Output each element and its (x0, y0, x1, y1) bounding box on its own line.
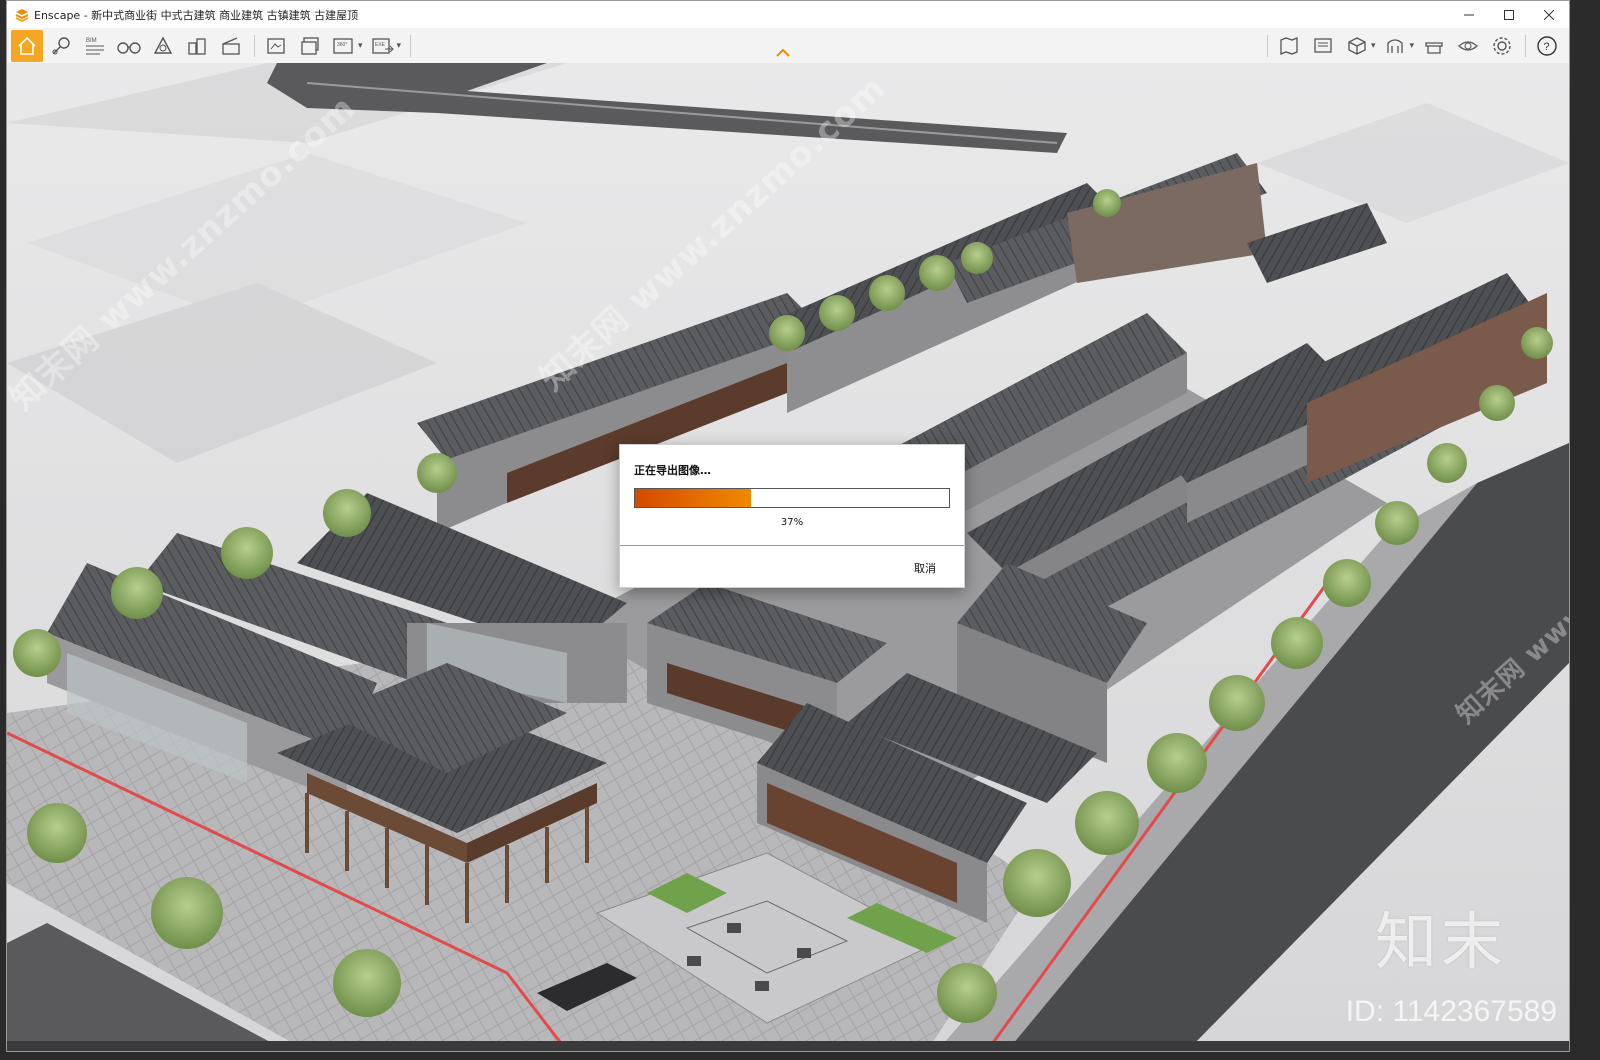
close-icon (1544, 9, 1554, 20)
image-id-watermark: ID: 1142367589 (1345, 995, 1557, 1028)
home-button[interactable] (11, 29, 43, 62)
vr-headset-icon (1387, 38, 1404, 53)
export-dropdown-chevron-icon[interactable]: ▾ (397, 41, 402, 51)
panorama-360-icon: 360° (333, 37, 353, 54)
dialog-title: 正在导出图像… (634, 464, 711, 477)
enscape-logo-icon (15, 8, 29, 22)
toolbar-separator (254, 34, 255, 57)
svg-text:?: ? (1544, 41, 1550, 53)
cube-icon (1348, 36, 1366, 55)
vr-dropdown-chevron-icon[interactable]: ▾ (1409, 41, 1414, 51)
bim-icon: BIM (86, 38, 104, 54)
asset-library-button[interactable] (147, 30, 179, 62)
minimize-button[interactable] (1449, 1, 1489, 28)
cube-dropdown-chevron-icon[interactable]: ▾ (1371, 41, 1376, 51)
view-management-icon (52, 36, 70, 54)
svg-text:360°: 360° (337, 42, 347, 48)
render-image-button[interactable] (260, 30, 292, 62)
material-editor-icon (1425, 41, 1443, 54)
maximize-button[interactable] (1489, 1, 1529, 28)
video-editor-button[interactable] (215, 30, 247, 62)
svg-text:EXE: EXE (375, 42, 386, 48)
map-icon (1280, 36, 1298, 55)
bottom-window-edge (7, 1041, 1569, 1051)
progress-percentage: 37% (780, 517, 804, 528)
toolbar-separator (1525, 34, 1526, 57)
settings-gear-icon (1493, 36, 1511, 55)
visual-settings-eye-icon (1458, 40, 1478, 51)
export-progress-bar (634, 488, 950, 508)
batch-render-button[interactable] (294, 30, 326, 62)
buildings-icon (188, 37, 206, 55)
minimize-icon (1464, 14, 1474, 15)
bim-button[interactable]: BIM (79, 30, 111, 62)
buildings-button[interactable] (181, 30, 213, 62)
toolbar-separator (1266, 34, 1268, 57)
view-management-button[interactable] (45, 30, 77, 62)
window-title: Enscape - 新中式商业街 中式古建筑 商业建筑 古镇建筑 古建屋顶 (34, 8, 359, 22)
export-exe-button[interactable]: EXE (367, 30, 399, 62)
export-progress-dialog: 正在导出图像… 37% 取消 (619, 444, 965, 588)
main-toolbar: BIM 360° ▾ EXE ▾ ▾ ▾ ? (7, 28, 1569, 64)
progress-fill (635, 489, 752, 507)
settings-button[interactable] (1486, 30, 1518, 62)
presentation-button[interactable] (1307, 30, 1339, 62)
asset-library-icon (153, 36, 173, 54)
close-button[interactable] (1529, 1, 1569, 28)
material-editor-button[interactable] (1418, 30, 1450, 62)
cube-button[interactable] (1341, 30, 1373, 62)
help-icon: ? (1537, 35, 1557, 56)
help-button[interactable]: ? (1531, 30, 1563, 62)
collapse-toolbar-chevron-icon[interactable] (775, 48, 791, 58)
panorama-dropdown-chevron-icon[interactable]: ▾ (358, 41, 363, 51)
title-bar: Enscape - 新中式商业街 中式古建筑 商业建筑 古镇建筑 古建屋顶 (7, 1, 1569, 28)
enscape-window: Enscape - 新中式商业街 中式古建筑 商业建筑 古镇建筑 古建屋顶 BI… (6, 0, 1570, 1052)
screenshot-icon (267, 37, 285, 54)
cancel-button[interactable]: 取消 (914, 560, 936, 576)
home-icon (18, 36, 36, 55)
presentation-icon (1314, 37, 1332, 53)
dialog-divider (620, 545, 964, 546)
panorama-360-button[interactable]: 360° (328, 30, 360, 62)
vr-headset-button[interactable] (1379, 30, 1411, 62)
batch-render-icon (301, 36, 319, 55)
binoculars-icon (117, 41, 141, 54)
svg-text:BIM: BIM (86, 38, 97, 44)
maximize-icon (1504, 9, 1514, 20)
visual-settings-button[interactable] (1452, 30, 1484, 62)
map-button[interactable] (1273, 30, 1305, 62)
binoculars-button[interactable] (113, 30, 145, 62)
toolbar-separator (410, 34, 412, 57)
clapperboard-icon (222, 36, 240, 55)
export-exe-icon: EXE (371, 37, 394, 54)
brand-watermark: 知末 (1374, 905, 1507, 978)
